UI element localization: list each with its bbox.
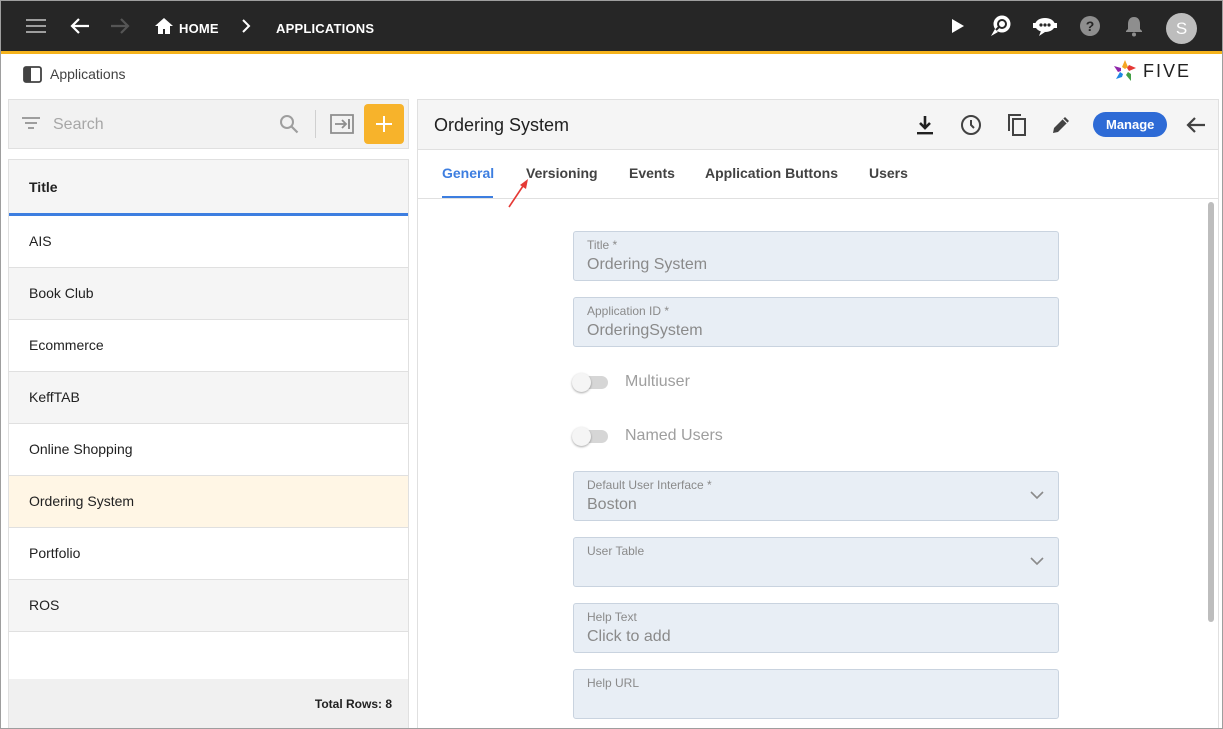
divider	[315, 110, 316, 138]
list-item-selected[interactable]: Ordering System	[9, 476, 408, 528]
breadcrumb-applications[interactable]: APPLICATIONS	[276, 21, 374, 36]
toggle-knob	[572, 373, 591, 392]
history-icon[interactable]	[958, 112, 984, 138]
list-item[interactable]: AIS	[9, 216, 408, 268]
title-field[interactable]: Title * Ordering System	[573, 231, 1059, 281]
tab-general[interactable]: General	[442, 165, 494, 181]
forward-arrow-icon[interactable]	[107, 13, 133, 39]
menu-icon[interactable]	[23, 13, 49, 39]
list-item-label: Portfolio	[29, 545, 81, 561]
column-header-title[interactable]: Title	[9, 160, 408, 216]
five-logo-mark-icon	[1114, 60, 1136, 81]
play-icon[interactable]	[945, 13, 971, 39]
import-icon[interactable]	[330, 114, 354, 139]
list-item-label: AIS	[29, 233, 52, 249]
title-field-value: Ordering System	[587, 256, 708, 273]
list-item[interactable]: Portfolio	[9, 528, 408, 580]
manage-button[interactable]: Manage	[1093, 112, 1168, 137]
help-text-value: Click to add	[587, 628, 671, 645]
bell-icon[interactable]	[1121, 13, 1147, 39]
tab-application-buttons[interactable]: Application Buttons	[705, 165, 838, 181]
dropdown-chevron-icon	[1030, 557, 1044, 566]
record-header: Ordering System Manage	[418, 100, 1218, 150]
list-item-label: KeffTAB	[29, 389, 80, 405]
home-icon[interactable]	[151, 13, 177, 39]
applications-list: Title AIS Book Club Ecommerce KeffTAB On…	[8, 159, 409, 728]
record-panel: Ordering System Manage General Versionin…	[417, 99, 1219, 728]
title-field-label: Title *	[587, 238, 618, 252]
list-footer: Total Rows: 8	[9, 679, 408, 728]
list-item[interactable]: Ecommerce	[9, 320, 408, 372]
named-users-label: Named Users	[625, 427, 723, 444]
plus-icon	[376, 116, 392, 132]
list-item[interactable]: Online Shopping	[9, 424, 408, 476]
column-header-label: Title	[29, 179, 58, 195]
page-title: Applications	[50, 66, 126, 82]
record-tabs: General Versioning Events Application Bu…	[418, 150, 1218, 208]
toggle-knob	[572, 427, 591, 446]
help-url-label: Help URL	[587, 676, 640, 690]
user-table-label: User Table	[587, 544, 645, 558]
app-window: HOME APPLICATIONS ? S Applications FIVE …	[0, 0, 1223, 729]
application-id-label: Application ID *	[587, 304, 670, 318]
svg-text:?: ?	[1086, 18, 1095, 34]
avatar[interactable]: S	[1166, 13, 1197, 44]
edit-icon[interactable]	[1048, 112, 1074, 138]
chevron-right-icon	[233, 13, 259, 39]
tab-versioning[interactable]: Versioning	[526, 165, 598, 181]
panel-icon[interactable]	[23, 66, 42, 88]
tab-users[interactable]: Users	[869, 165, 908, 181]
chat-search-icon[interactable]	[988, 13, 1014, 39]
list-item-label: Online Shopping	[29, 441, 133, 457]
list-item-label: Ordering System	[29, 493, 135, 509]
record-title: Ordering System	[434, 115, 570, 135]
default-user-interface-value: Boston	[587, 496, 637, 513]
chat-bot-icon[interactable]	[1032, 13, 1058, 39]
download-icon[interactable]	[912, 112, 938, 138]
list-item-label: Book Club	[29, 285, 94, 301]
breadcrumb-home[interactable]: HOME	[179, 21, 219, 36]
list-item[interactable]: KeffTAB	[9, 372, 408, 424]
application-id-field[interactable]: Application ID * OrderingSystem	[573, 297, 1059, 347]
search-input[interactable]: Search	[53, 116, 104, 134]
application-id-value: OrderingSystem	[587, 322, 703, 339]
logo-text: FIVE	[1143, 60, 1192, 81]
help-icon[interactable]: ?	[1077, 13, 1103, 39]
help-text-field[interactable]: Help Text Click to add	[573, 603, 1059, 653]
back-arrow-icon[interactable]	[67, 13, 93, 39]
user-table-select[interactable]: User Table	[573, 537, 1059, 587]
tab-events[interactable]: Events	[629, 165, 675, 181]
add-button[interactable]	[364, 104, 404, 144]
filter-icon[interactable]	[22, 116, 40, 135]
top-bar: HOME APPLICATIONS ? S	[1, 1, 1222, 54]
help-url-field[interactable]: Help URL	[573, 669, 1059, 719]
search-icon[interactable]	[279, 114, 299, 139]
multiuser-label: Multiuser	[625, 373, 690, 390]
list-item[interactable]: ROS	[9, 580, 408, 632]
annotation-arrow-icon	[508, 179, 528, 208]
list-item-label: ROS	[29, 597, 60, 613]
sub-header: Applications FIVE	[1, 57, 1222, 99]
list-item-label: Ecommerce	[29, 337, 104, 353]
list-item[interactable]: Book Club	[9, 268, 408, 320]
search-bar: Search	[8, 99, 409, 149]
copy-icon[interactable]	[1004, 112, 1030, 138]
default-user-interface-label: Default User Interface *	[587, 478, 712, 492]
five-logo: FIVE	[1113, 59, 1191, 83]
default-user-interface-select[interactable]: Default User Interface * Boston	[573, 471, 1059, 521]
scrollbar-thumb[interactable]	[1208, 202, 1214, 622]
help-text-label: Help Text	[587, 610, 637, 624]
scrollbar[interactable]	[1206, 200, 1216, 728]
close-arrow-icon[interactable]	[1183, 112, 1209, 138]
dropdown-chevron-icon	[1030, 491, 1044, 500]
active-tab-indicator	[442, 196, 493, 198]
total-rows: Total Rows: 8	[314, 697, 392, 711]
